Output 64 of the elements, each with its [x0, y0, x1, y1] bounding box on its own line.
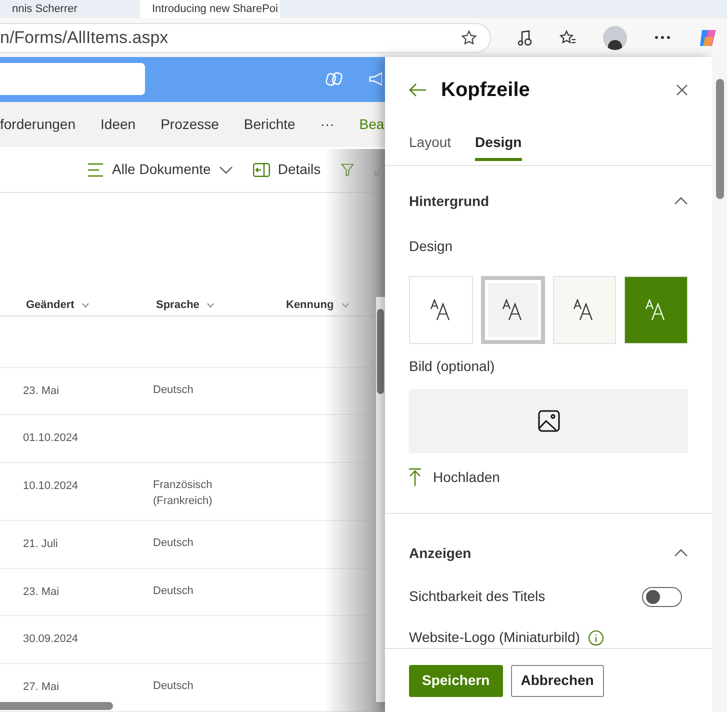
close-icon[interactable] [676, 84, 688, 96]
table-cell-text: 27. Mai [22, 680, 60, 696]
font-size-icon [430, 299, 452, 322]
table-cell-text: 30.09.2024 [22, 632, 80, 648]
font-size-icon [645, 299, 668, 322]
toggle-label: Sichtbarkeit des Titels [409, 587, 546, 606]
music-note-icon[interactable] [517, 28, 533, 46]
upload-icon [409, 468, 421, 486]
table-cell-text: 01.10.2024 [22, 431, 80, 446]
table-cell-text: 10.10.2024 [22, 479, 80, 494]
megaphone-icon[interactable] [369, 71, 382, 88]
field-label: Design [409, 237, 454, 256]
favorites-icon[interactable] [559, 28, 577, 46]
image-icon [538, 410, 560, 432]
table-cell-text: Deutsch [153, 584, 194, 599]
nav-link[interactable]: forderungen [0, 114, 76, 135]
font-size-icon [573, 299, 596, 322]
panel-title: Kopfzeile [441, 78, 531, 103]
cancel-button[interactable]: Abbrechen [510, 664, 604, 697]
nav-link[interactable]: Berichte [244, 114, 296, 135]
column-header[interactable]: Kennung [286, 296, 349, 314]
chevron-up-icon[interactable] [674, 197, 688, 206]
star-icon[interactable] [460, 28, 478, 46]
info-icon[interactable] [588, 630, 604, 646]
field-label: Website-Logo (Miniaturbild) [409, 628, 580, 648]
toggle-switch[interactable] [642, 586, 682, 607]
search-field[interactable] [0, 63, 145, 96]
view-selector[interactable]: Alle Dokumente [88, 159, 233, 180]
details-pane-icon [252, 162, 270, 177]
design-option[interactable] [624, 276, 688, 344]
nav-link[interactable]: Bea [359, 114, 384, 135]
table-cell-text: 21. Juli [22, 536, 59, 552]
panel-tab[interactable]: Layout [409, 126, 452, 161]
section-title: Anzeigen [409, 544, 472, 563]
save-button[interactable]: Speichern [409, 664, 503, 697]
table-cell-text: 23. Mai [22, 584, 60, 600]
address-bar[interactable]: n/Forms/AllItems.aspx [0, 22, 491, 52]
nav-link[interactable]: Ideen [100, 114, 136, 135]
font-size-icon [502, 299, 524, 322]
list-icon [88, 162, 104, 177]
filter-icon[interactable] [340, 162, 354, 178]
table-cell-text: Deutsch [153, 679, 194, 694]
chevron-up-icon[interactable] [674, 549, 688, 558]
section-title: Hintergrund [409, 192, 490, 211]
nav-link[interactable]: ··· [320, 114, 334, 135]
table-cell-text: 23. Mai [22, 384, 60, 399]
details-button[interactable]: Details [252, 159, 321, 180]
table-cell-text: Deutsch [153, 382, 194, 398]
upload-button[interactable]: Hochladen [409, 463, 688, 492]
chevron-down-icon [82, 302, 90, 308]
chevron-down-icon[interactable] [218, 166, 233, 174]
back-arrow-icon[interactable] [409, 82, 427, 97]
table-cell-text: Französisch (Frankreich) [153, 478, 214, 510]
browser-tab[interactable]: Introducing new SharePoi [140, 0, 280, 18]
profile-avatar[interactable] [603, 26, 627, 50]
column-header[interactable]: Geändert [0, 296, 156, 314]
field-label: Bild (optional) [409, 357, 496, 376]
table-cell-text: Deutsch [153, 536, 194, 551]
column-header[interactable]: Sprache [156, 296, 286, 314]
chevron-down-icon [207, 302, 214, 308]
chevron-down-icon [342, 302, 349, 308]
more-icon[interactable] [653, 36, 671, 39]
nav-link[interactable]: Prozesse [160, 114, 219, 135]
panel-tab[interactable]: Design [475, 126, 522, 161]
